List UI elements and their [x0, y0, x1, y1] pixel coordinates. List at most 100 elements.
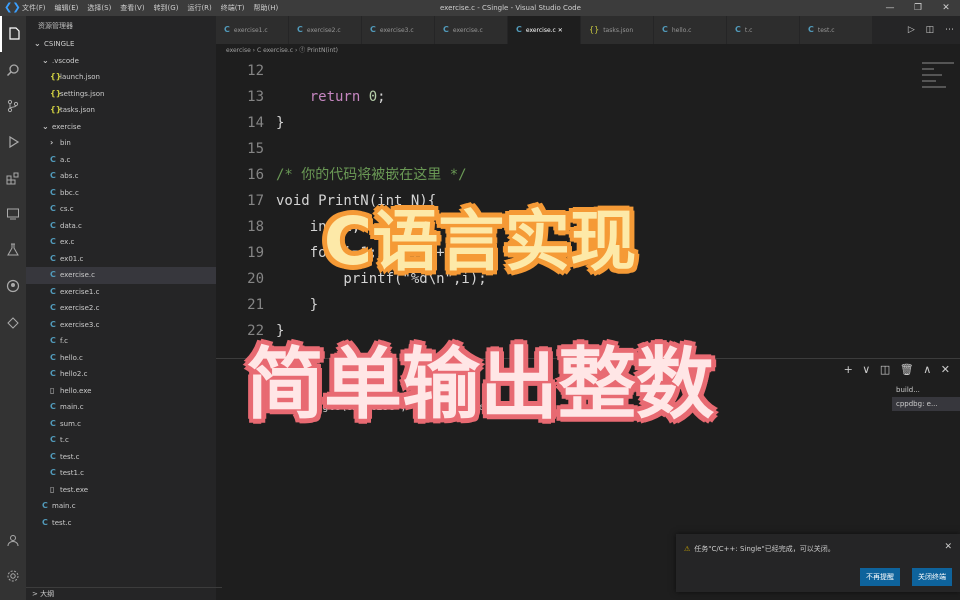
more-actions-icon[interactable]: ⋯ — [945, 25, 954, 35]
tree-item[interactable]: Ca.c — [26, 152, 216, 169]
tree-item[interactable]: Cexercise1.c — [26, 284, 216, 301]
editor-tab[interactable]: Chello.c — [654, 16, 727, 44]
editor-tab[interactable]: Cexercise.c ✕ — [508, 16, 581, 44]
c-file-icon: C — [224, 25, 230, 34]
tab-label: test.c — [817, 27, 835, 34]
editor-tab[interactable]: {} tasks.json — [581, 16, 654, 44]
run-debug-icon[interactable] — [0, 124, 26, 160]
c-file-icon: C — [662, 25, 668, 34]
close-tab-icon[interactable]: ✕ — [556, 27, 563, 34]
c-file-icon: C — [370, 25, 376, 34]
tree-item[interactable]: ⌄ exercise — [26, 119, 216, 136]
tree-item-label: bin — [60, 139, 71, 147]
menu-selection[interactable]: 选择(S) — [87, 3, 111, 13]
tree-item[interactable]: Ctest.c — [26, 449, 216, 466]
tree-item[interactable]: Cabs.c — [26, 168, 216, 185]
c-file-icon: C — [516, 25, 522, 34]
menu-file[interactable]: 文件(F) — [22, 3, 46, 13]
close-notification-button[interactable]: ✕ — [944, 542, 952, 552]
tree-item[interactable]: Ct.c — [26, 432, 216, 449]
split-editor-icon[interactable]: ◫ — [926, 25, 935, 35]
search-icon[interactable] — [0, 52, 26, 88]
code-text: return 0; — [309, 89, 386, 105]
breadcrumb[interactable]: exercise › C exercise.c › ⓕ PrintN(int) — [216, 44, 960, 58]
code-text: } — [276, 115, 285, 131]
tree-item[interactable]: {}launch.json — [26, 69, 216, 86]
json-file-icon: {} — [50, 105, 62, 114]
close-window-button[interactable]: ✕ — [932, 0, 960, 16]
settings-gear-icon[interactable] — [0, 558, 26, 594]
tree-item-label: abs.c — [60, 172, 79, 180]
c-file-icon: C — [42, 501, 48, 510]
c-file-icon: C — [50, 154, 56, 164]
c-file-icon: C — [50, 286, 56, 296]
tab-label: exercise2.c — [306, 27, 341, 34]
tree-item[interactable]: {}tasks.json — [26, 102, 216, 119]
dont-show-again-button[interactable]: 不再提醒 — [860, 568, 900, 586]
tree-item-label: test.c — [52, 518, 72, 527]
tab-label: t.c — [744, 27, 753, 34]
editor-tab[interactable]: Cexercise1.c — [216, 16, 289, 44]
chevron-down-icon: ⌄ — [42, 55, 49, 65]
tree-item-label: test.exe — [60, 485, 89, 494]
c-file-icon: C — [297, 25, 303, 34]
vscode-logo-icon: ❮❯ — [4, 2, 21, 13]
run-file-icon[interactable]: ▷ — [908, 25, 915, 35]
line-number: 12 — [247, 63, 264, 79]
tree-item-label: test.c — [60, 452, 80, 461]
tree-item[interactable]: › bin — [26, 135, 216, 152]
minimize-button[interactable]: — — [876, 0, 904, 16]
tree-item[interactable]: Ctest.c — [26, 515, 216, 532]
menu-view[interactable]: 查看(V) — [120, 3, 144, 13]
editor-tab[interactable]: Ctest.c — [800, 16, 873, 44]
json-file-icon: {} — [589, 25, 600, 34]
explorer-sidebar: 资源管理器 ⌄ CSINGLE ⌄ .vscode {}launch.json {}se… — [26, 16, 222, 600]
workspace-root[interactable]: ⌄ CSINGLE — [26, 36, 216, 53]
notification-toast: ⚠ 任务"C/C++: Single"已经完成，可以关闭。 ✕ 不再提醒 关闭终端 — [676, 534, 960, 592]
menu-go[interactable]: 转到(G) — [154, 3, 179, 13]
editor-tab[interactable]: Cexercise2.c — [289, 16, 362, 44]
maximize-button[interactable]: ❐ — [904, 0, 932, 16]
title-bar: ❮❯ 文件(F) 编辑(E) 选择(S) 查看(V) 转到(G) 运行(R) 终… — [0, 0, 960, 16]
editor-tab[interactable]: Cexercise3.c — [362, 16, 435, 44]
editor-tab[interactable]: Ct.c — [727, 16, 800, 44]
c-file-icon: C — [50, 303, 56, 312]
file-tree: ⌄ .vscode {}launch.json {}settings.json {}ta… — [26, 53, 216, 532]
tab-label: hello.c — [671, 27, 692, 34]
c-file-icon: C — [443, 25, 449, 34]
outline-section[interactable]: > 大纲 — [26, 587, 222, 600]
warning-icon: ⚠ — [684, 545, 691, 553]
menu-edit[interactable]: 编辑(E) — [55, 3, 79, 13]
line-number: 13 — [247, 89, 264, 105]
c-file-icon: C — [50, 435, 56, 444]
tree-item[interactable]: {}settings.json — [26, 86, 216, 103]
c-file-icon: C — [808, 25, 814, 34]
tree-item-label: .vscode — [52, 56, 79, 65]
tree-item[interactable]: ⌄ .vscode — [26, 53, 216, 70]
chevron-down-icon: ⌄ — [42, 121, 49, 131]
c-file-icon: C — [50, 451, 56, 461]
explorer-icon[interactable] — [0, 16, 26, 52]
menu-run[interactable]: 运行(R) — [187, 3, 211, 13]
tree-item[interactable]: ▯ test.exe — [26, 482, 216, 499]
tree-item-label: exercise — [52, 122, 81, 131]
close-terminal-button[interactable]: 关闭终端 — [912, 568, 952, 586]
code-text: /* 你的代码将被嵌在这里 */ — [276, 167, 467, 183]
tree-item[interactable]: Ctest1.c — [26, 465, 216, 482]
source-control-icon[interactable] — [0, 88, 26, 124]
tree-item-label: launch.json — [60, 73, 100, 81]
editor-tab[interactable]: Cexercise.c — [435, 16, 508, 44]
account-icon[interactable] — [0, 522, 26, 558]
chevron-down-icon: ⌄ — [34, 39, 41, 48]
tab-label: tasks.json — [603, 27, 634, 34]
json-file-icon: {} — [50, 88, 62, 98]
tab-label: exercise3.c — [379, 27, 414, 34]
notification-message: 任务"C/C++: Single"已经完成，可以关闭。 — [694, 545, 835, 553]
tab-label: exercise.c — [452, 27, 483, 34]
tree-item[interactable]: Cexercise2.c — [26, 300, 216, 317]
tree-item[interactable]: Cmain.c — [26, 498, 216, 515]
menu-help[interactable]: 帮助(H) — [254, 3, 279, 13]
code-line: 15 — [216, 136, 916, 162]
c-file-icon: C — [50, 171, 56, 180]
menu-terminal[interactable]: 终端(T) — [221, 3, 245, 13]
